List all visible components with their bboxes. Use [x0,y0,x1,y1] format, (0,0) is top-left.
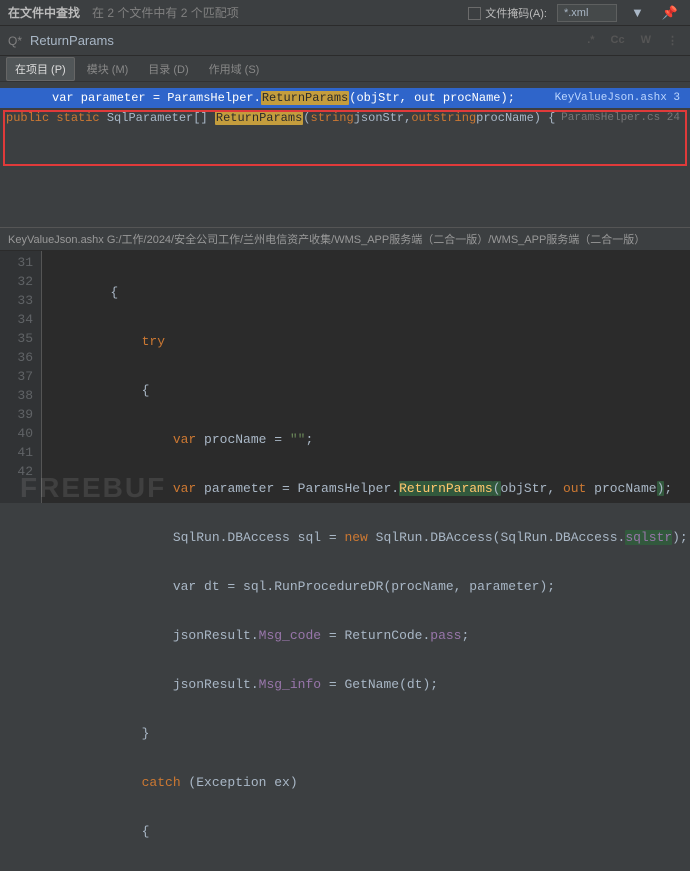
line-gutter: 313233 343536 373839 404142 [0,251,42,503]
code-content[interactable]: { try { var procName = ""; var parameter… [42,251,690,503]
file-mask-input[interactable] [557,4,617,22]
words-toggle[interactable]: W [637,32,655,49]
code-editor[interactable]: 313233 343536 373839 404142 { try { var … [0,251,690,503]
result-row[interactable]: var parameter = ParamsHelper.ReturnParam… [0,88,690,108]
file-mask-checkbox[interactable]: 文件掩码(A): [468,5,547,21]
more-icon[interactable]: ⋮ [663,32,682,49]
header-title: 在文件中查找 [8,4,80,21]
search-input[interactable] [30,33,583,48]
result-file-badge: ParamsHelper.cs 24 [561,112,680,124]
scope-tabs: 在项目 (P) 模块 (M) 目录 (D) 作用域 (S) [0,56,690,82]
scope-scope-tab[interactable]: 作用域 (S) [201,58,268,80]
scope-module-tab[interactable]: 模块 (M) [79,58,137,80]
breadcrumb: KeyValueJson.ashx G:/工作/2024/安全公司工作/兰州电信… [0,227,690,251]
regex-toggle[interactable]: .* [583,32,598,49]
pin-icon[interactable]: 📌 [658,3,682,23]
search-row: Q* .* Cc W ⋮ [0,26,690,56]
search-icon: Q* [8,34,22,48]
find-in-files-header: 在文件中查找 在 2 个文件中有 2 个匹配项 文件掩码(A): ▼ 📌 [0,0,690,26]
result-row[interactable]: public static SqlParameter[] ReturnParam… [0,108,690,128]
match-count: 在 2 个文件中有 2 个匹配项 [92,4,468,21]
filter-icon[interactable]: ▼ [627,3,648,22]
scope-directory-tab[interactable]: 目录 (D) [140,58,196,80]
search-results: var parameter = ParamsHelper.ReturnParam… [0,82,690,227]
case-toggle[interactable]: Cc [607,32,629,49]
result-file-badge: KeyValueJson.ashx 3 [555,92,680,104]
scope-project-tab[interactable]: 在项目 (P) [6,57,75,81]
